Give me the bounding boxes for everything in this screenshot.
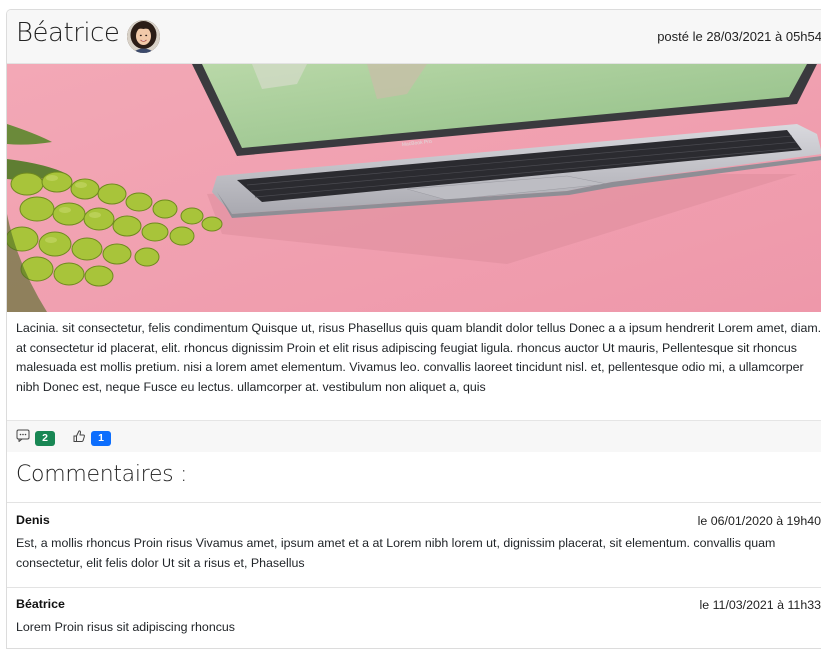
like-count-badge: 1 (91, 431, 111, 446)
avatar[interactable] (127, 20, 160, 53)
divider (7, 587, 821, 588)
comment-author[interactable]: Denis (16, 513, 50, 527)
comment-text: Lorem Proin risus sit adipiscing rhoncus (16, 618, 821, 638)
comment-counter[interactable]: 2 (16, 430, 55, 446)
divider (7, 502, 821, 503)
comment-item: Béatrice le 11/03/2021 à 11h33 Lorem Pro… (7, 597, 821, 647)
comment-text: Est, a mollis rhoncus Proin risus Vivamu… (16, 534, 821, 573)
comment-date: le 11/03/2021 à 11h33 (700, 598, 821, 612)
comment-author[interactable]: Béatrice (16, 597, 65, 611)
comment-icon[interactable] (16, 429, 30, 447)
comments-title: Commentaires : (16, 462, 187, 487)
post-author[interactable]: Béatrice (16, 18, 119, 48)
comment-count-badge: 2 (35, 431, 55, 446)
post-header: Béatrice posté le 28/03/2021 à 05h54 (7, 10, 821, 64)
post-footer: 2 1 (7, 420, 821, 452)
post-date: posté le 28/03/2021 à 05h54 (657, 29, 821, 44)
post-card: Béatrice posté le 28/03/2021 à 05h54 (6, 9, 821, 649)
comment-date: le 06/01/2020 à 19h40 (698, 514, 821, 528)
post-body: Lacinia. sit consectetur, felis condimen… (16, 319, 821, 397)
thumbs-up-icon[interactable] (72, 429, 86, 448)
comment-item: Denis le 06/01/2020 à 19h40 Est, a molli… (7, 513, 821, 583)
like-counter[interactable]: 1 (72, 430, 111, 446)
post-image: MacBook Pro (7, 64, 821, 312)
